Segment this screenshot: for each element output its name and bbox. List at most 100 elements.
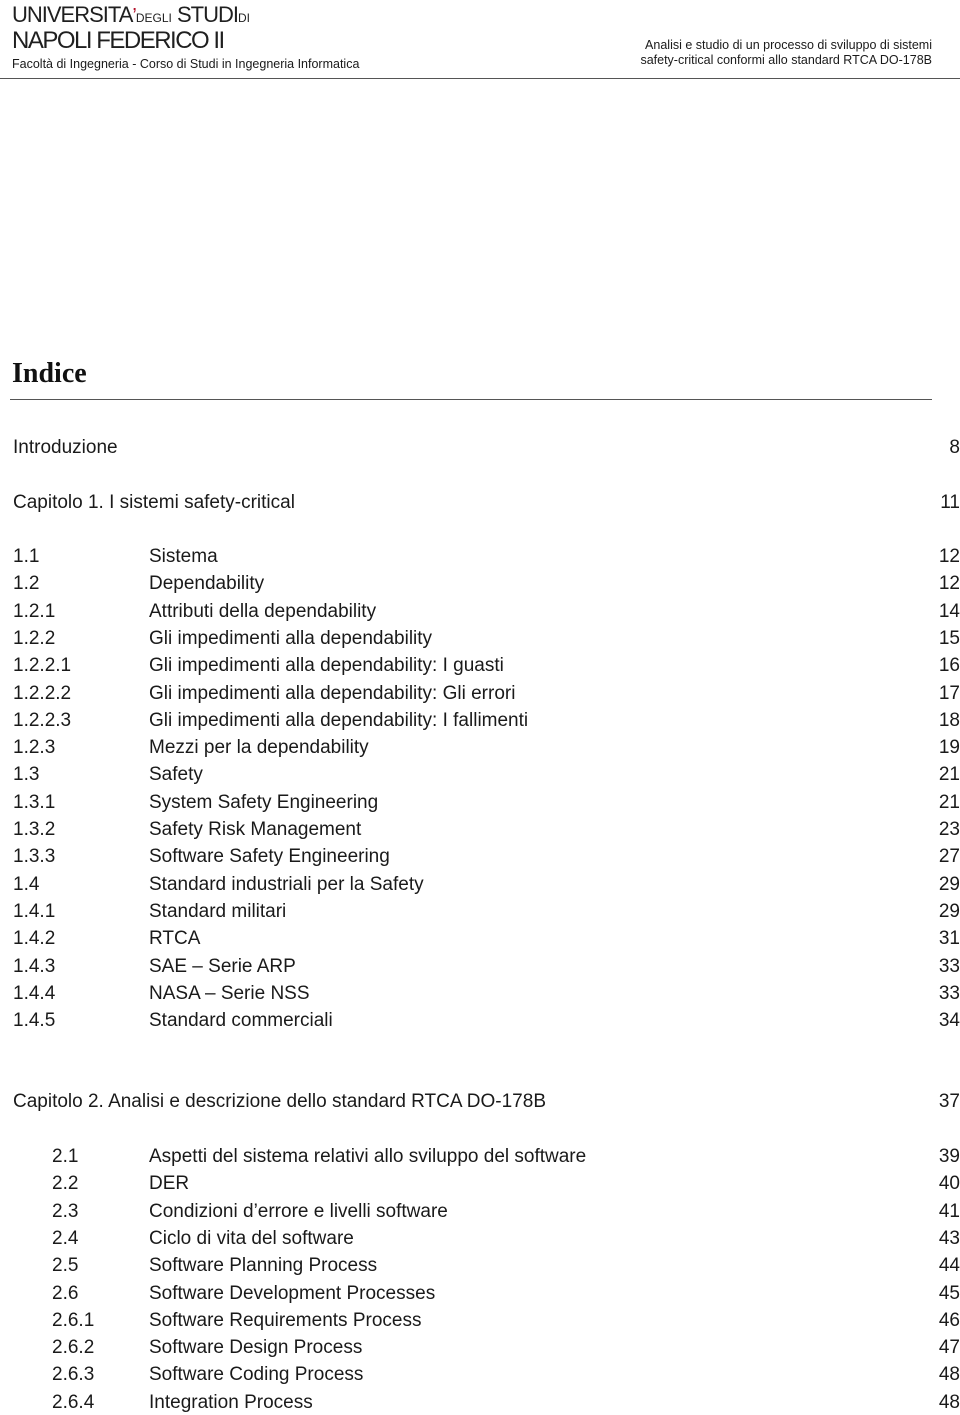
toc-entry-number: 1.2.2.1: [13, 655, 72, 677]
toc-entry-label: RTCA: [149, 928, 201, 950]
toc-entry[interactable]: 2.1 Aspetti del sistema relativi allo svi…: [0, 1145, 960, 1169]
toc-entry[interactable]: 1.3.2 Safety Risk Management 23: [0, 818, 960, 842]
logo-text: STUDI: [176, 2, 239, 27]
toc-entry-page: 12: [938, 573, 960, 595]
toc-entry[interactable]: 1.3.1 System Safety Engineering 21: [0, 791, 960, 815]
toc-entry-page: 23: [938, 819, 960, 840]
toc-entry-page: 16: [938, 655, 960, 677]
toc-entry-label: Ciclo di vita del software: [149, 1227, 354, 1249]
thesis-title: Analisi e studio di un processo di svilu…: [640, 38, 932, 68]
toc-entry-number: 1.2.2: [13, 627, 56, 649]
toc-entry-label: Software Development Processes: [149, 1282, 436, 1304]
university-logo: UNIVERSITA’DEGLI STUDIDI NAPOLI FEDERICO…: [12, 4, 359, 72]
toc-entry-introduction[interactable]: Introduzione 8: [0, 436, 960, 460]
toc-entry[interactable]: 1.2.2.3 Gli impedimenti alla dependabilit…: [0, 709, 960, 733]
toc-entry-label: DER: [149, 1173, 190, 1195]
logo-line-2: NAPOLI FEDERICO II: [12, 27, 225, 54]
toc-entry[interactable]: 2.4 Ciclo di vita del software 43: [0, 1227, 960, 1251]
toc-entry-label: NASA – Serie NSS: [149, 982, 310, 1004]
toc-entry[interactable]: 1.4.1 Standard militari 29: [0, 900, 960, 924]
toc-entry-page: 8: [949, 437, 960, 458]
toc-entry[interactable]: 2.3 Condizioni d’errore e livelli softwar…: [0, 1200, 960, 1224]
toc-entry-label: Attributi della dependability: [149, 600, 377, 622]
toc-entry-page: 34: [938, 1010, 960, 1032]
toc-entry-label: Gli impedimenti alla dependability: [149, 627, 433, 649]
toc-entry-page: 14: [938, 600, 960, 622]
toc-entry-label: Introduzione: [13, 437, 118, 458]
toc-entry-number: 1.4.4: [13, 982, 56, 1004]
toc-entry[interactable]: 2.6.3 Software Coding Process 48: [0, 1363, 960, 1387]
toc-entry[interactable]: 1.4.5 Standard commerciali 34: [0, 1009, 960, 1033]
toc-entry-label: Condizioni d’errore e livelli software: [149, 1200, 448, 1222]
toc-entry-number: 1.3.1: [13, 791, 56, 813]
toc-entry-page: 48: [938, 1364, 960, 1386]
logo-text: DEGLI: [135, 11, 172, 25]
toc-entry-page: 40: [938, 1173, 960, 1195]
toc-entry-label: Gli impedimenti alla dependability: I gu…: [149, 655, 504, 677]
toc-entry-number: 1.3.2: [13, 819, 56, 840]
toc-entry-label: Software Design Process: [149, 1337, 363, 1359]
toc-entry-number: 1.2.2.3: [13, 709, 72, 731]
toc-entry[interactable]: 2.6 Software Development Processes 45: [0, 1282, 960, 1306]
toc-entry-page: 33: [938, 982, 960, 1004]
toc-entry-number: 1.2.1: [13, 600, 56, 622]
logo-text: UNIVERSITA: [12, 2, 133, 27]
toc-entry-label: Software Coding Process: [149, 1364, 364, 1386]
toc-entry[interactable]: 1.3 Safety 21: [0, 763, 960, 787]
toc-entry-label: Capitolo 1. I sistemi safety-critical: [13, 492, 295, 513]
toc-entry[interactable]: 1.2.2 Gli impedimenti alla dependability 1…: [0, 627, 960, 651]
toc-entry[interactable]: 1.4.3 SAE – Serie ARP 33: [0, 955, 960, 979]
toc-entry-chapter-1[interactable]: Capitolo 1. I sistemi safety-critical 11: [0, 491, 960, 515]
toc-entry-page: 11: [940, 492, 960, 513]
toc-entry[interactable]: 2.6.4 Integration Process 48: [0, 1391, 960, 1415]
toc-entry[interactable]: 1.4.4 NASA – Serie NSS 33: [0, 982, 960, 1006]
toc-entry[interactable]: 1.4 Standard industriali per la Safety 29: [0, 873, 960, 897]
toc-entry-label: Integration Process: [149, 1391, 313, 1413]
toc-entry-number: 2.2: [52, 1173, 79, 1195]
toc-entry-page: 45: [938, 1282, 960, 1304]
toc-entry[interactable]: 1.3.3 Software Safety Engineering 27: [0, 845, 960, 869]
toc-entry[interactable]: 1.2.1 Attributi della dependability 14: [0, 600, 960, 624]
toc-entry[interactable]: 1.2 Dependability 12: [0, 572, 960, 596]
toc-entry-label: Software Safety Engineering: [149, 846, 390, 868]
toc-entry-page: 33: [938, 955, 960, 977]
toc-entry[interactable]: 1.2.2.2 Gli impedimenti alla dependabilit…: [0, 682, 960, 706]
toc-entry[interactable]: 2.6.2 Software Design Process 47: [0, 1336, 960, 1360]
toc-entry-label: Gli impedimenti alla dependability: Gli …: [149, 682, 516, 704]
toc-entry-label: Standard militari: [149, 900, 287, 922]
toc-entry[interactable]: 1.2.2.1 Gli impedimenti alla dependabilit…: [0, 654, 960, 678]
toc-entry-number: 1.4.1: [13, 900, 56, 922]
toc-entry-number: 2.6.2: [52, 1337, 95, 1359]
toc-entry-page: 39: [938, 1146, 960, 1167]
toc-entry-page: 15: [938, 627, 960, 649]
toc-entry-label: System Safety Engineering: [149, 791, 379, 813]
toc-entry-number: 1.4.2: [13, 928, 56, 950]
toc-entry-number: 2.6.1: [52, 1309, 95, 1331]
toc-entry-page: 18: [938, 709, 960, 731]
toc-entry-number: 2.6.4: [52, 1391, 95, 1413]
toc-entry[interactable]: 1.4.2 RTCA 31: [0, 927, 960, 951]
toc-entry-page: 21: [938, 791, 960, 813]
logo-line-1: UNIVERSITA’DEGLI STUDIDI: [12, 4, 359, 29]
toc-entry-number: 2.6.3: [52, 1364, 95, 1386]
toc-entry-page: 44: [938, 1255, 960, 1277]
header-divider: [0, 78, 960, 79]
toc-entry-chapter-2[interactable]: Capitolo 2. Analisi e descrizione dello …: [0, 1090, 960, 1114]
thesis-title-line: Analisi e studio di un processo di svilu…: [645, 38, 932, 52]
toc-entry-label: Standard commerciali: [149, 1010, 333, 1032]
toc-entry-page: 27: [938, 846, 960, 868]
toc-heading: Indice: [12, 358, 87, 389]
toc-entry-page: 37: [938, 1091, 960, 1112]
toc-entry[interactable]: 1.2.3 Mezzi per la dependability 19: [0, 736, 960, 760]
toc-entry[interactable]: 2.5 Software Planning Process 44: [0, 1254, 960, 1278]
toc-entry[interactable]: 2.2 DER 40: [0, 1172, 960, 1196]
toc-entry-label: Capitolo 2. Analisi e descrizione dello …: [13, 1091, 546, 1112]
toc-entry-number: 1.4: [13, 873, 40, 895]
toc-entry-page: 46: [938, 1309, 960, 1331]
logo-text: DI: [237, 11, 250, 25]
toc-entry[interactable]: 1.1 Sistema 12: [0, 545, 960, 569]
toc-entry-number: 1.2: [13, 573, 40, 595]
toc-entry-number: 1.1: [13, 546, 40, 567]
thesis-title-line: safety-critical conformi allo standard R…: [640, 53, 932, 67]
toc-entry[interactable]: 2.6.1 Software Requirements Process 46: [0, 1309, 960, 1333]
